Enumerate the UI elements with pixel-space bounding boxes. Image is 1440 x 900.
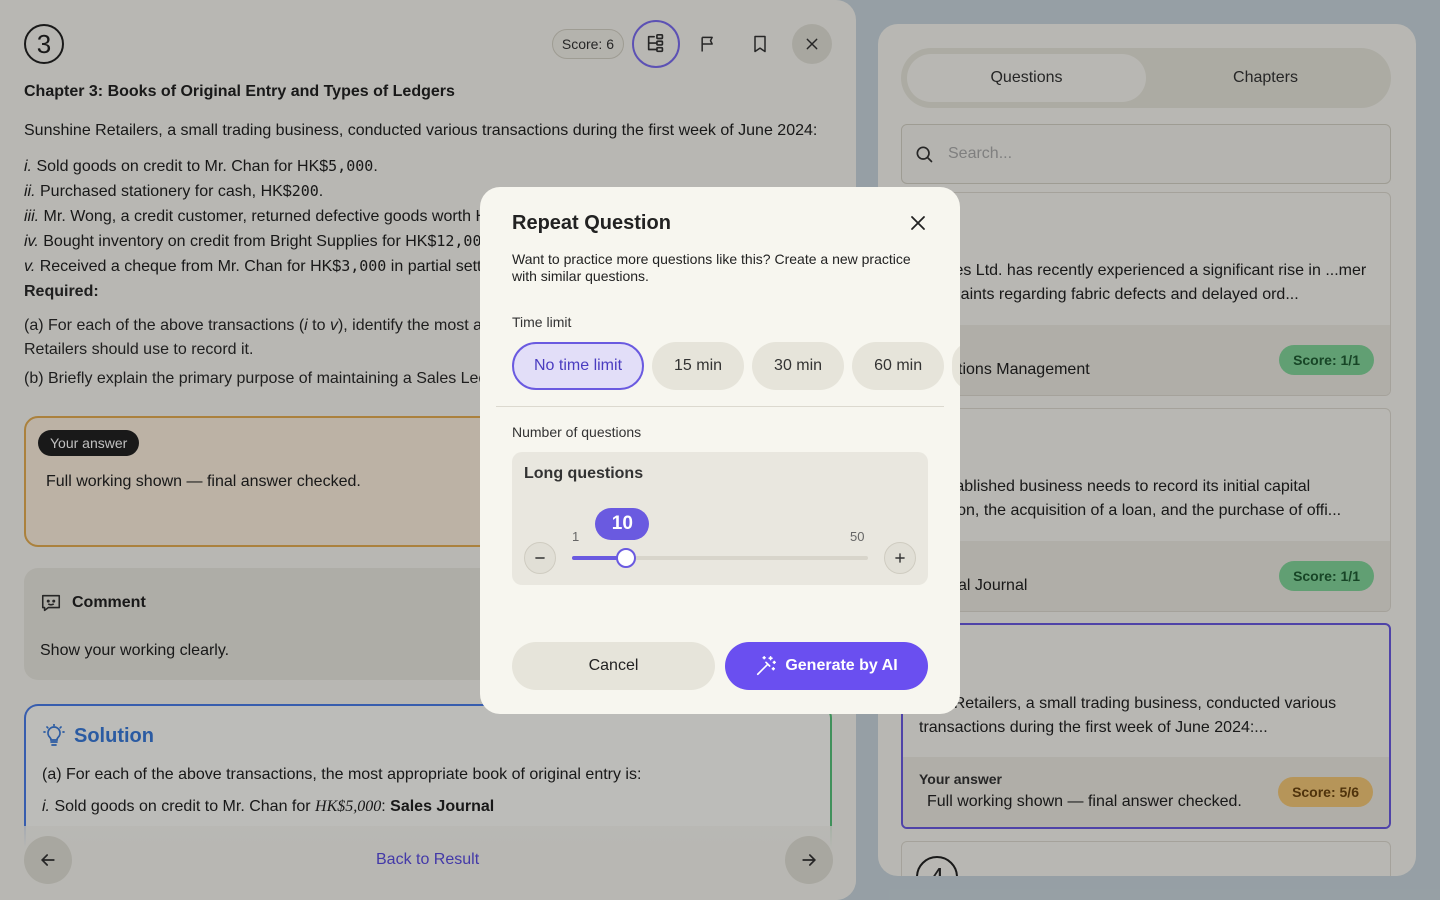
question-count-label: Number of questions bbox=[512, 424, 642, 440]
decrease-button[interactable] bbox=[524, 542, 556, 574]
slider-min-label: 1 bbox=[572, 529, 580, 544]
plus-icon bbox=[895, 553, 905, 563]
time-limit-label: Time limit bbox=[512, 314, 572, 330]
time-limit-options: No time limit 15 min 30 min 60 min bbox=[512, 342, 960, 390]
cancel-button[interactable]: Cancel bbox=[512, 642, 715, 690]
minus-icon bbox=[535, 557, 545, 559]
count-slider-thumb[interactable] bbox=[616, 548, 637, 568]
time-option-more[interactable] bbox=[952, 342, 960, 390]
question-count-box: Long questions 1 50 10 bbox=[512, 452, 928, 585]
time-option-none[interactable]: No time limit bbox=[512, 342, 645, 390]
dialog-description: Want to practice more questions like thi… bbox=[512, 251, 911, 284]
dialog-title: Repeat Question bbox=[512, 212, 671, 234]
count-value-bubble: 10 bbox=[595, 508, 650, 540]
close-icon bbox=[911, 216, 925, 230]
time-option-30[interactable]: 30 min bbox=[752, 342, 845, 390]
time-option-60[interactable]: 60 min bbox=[852, 342, 945, 390]
increase-button[interactable] bbox=[884, 542, 916, 574]
repeat-question-dialog: Repeat Question Want to practice more qu… bbox=[480, 187, 960, 714]
slider-max-label: 50 bbox=[850, 529, 865, 544]
divider bbox=[496, 406, 944, 407]
time-option-15[interactable]: 15 min bbox=[652, 342, 745, 390]
generate-label: Generate by AI bbox=[785, 657, 898, 674]
dialog-close-button[interactable] bbox=[906, 211, 930, 235]
magic-wand-icon bbox=[757, 656, 777, 676]
generate-by-ai-button[interactable]: Generate by AI bbox=[725, 642, 928, 690]
question-type-title: Long questions bbox=[524, 465, 644, 482]
